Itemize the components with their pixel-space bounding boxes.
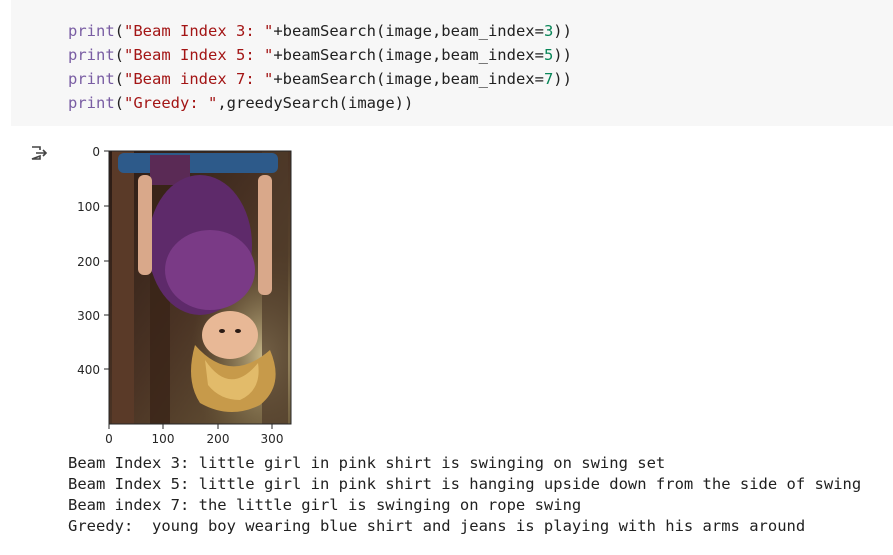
code-line-2: print("Beam Index 5: "+beamSearch(image,…	[68, 46, 572, 64]
output-line-greedy: Greedy: young boy wearing blue shirt and…	[68, 517, 806, 535]
y-tick-label: 200	[77, 255, 100, 269]
code-cell[interactable]: print("Beam Index 3: "+beamSearch(image,…	[11, 0, 893, 126]
y-tick-label: 100	[77, 200, 100, 214]
x-tick-label: 0	[105, 432, 113, 446]
output-line-beam-3: Beam Index 3: little girl in pink shirt …	[68, 454, 666, 472]
photo-upside-down-girl	[109, 151, 291, 424]
code-line-1: print("Beam Index 3: "+beamSearch(image,…	[68, 22, 572, 40]
code-line-4: print("Greedy: ",greedySearch(image))	[68, 94, 414, 112]
output-line-beam-5: Beam Index 5: little girl in pink shirt …	[68, 475, 862, 493]
output-line-beam-7: Beam index 7: the little girl is swingin…	[68, 496, 582, 514]
code-line-3: print("Beam index 7: "+beamSearch(image,…	[68, 70, 572, 88]
y-tick-label: 300	[77, 309, 100, 323]
x-tick-label: 100	[152, 432, 175, 446]
y-tick-label: 400	[77, 363, 100, 377]
x-tick-label: 200	[207, 432, 230, 446]
y-tick-label: 0	[92, 145, 100, 159]
image-plot: 0 100 200 300 400 0 100 200 300	[77, 145, 292, 446]
x-tick-label: 300	[261, 432, 284, 446]
